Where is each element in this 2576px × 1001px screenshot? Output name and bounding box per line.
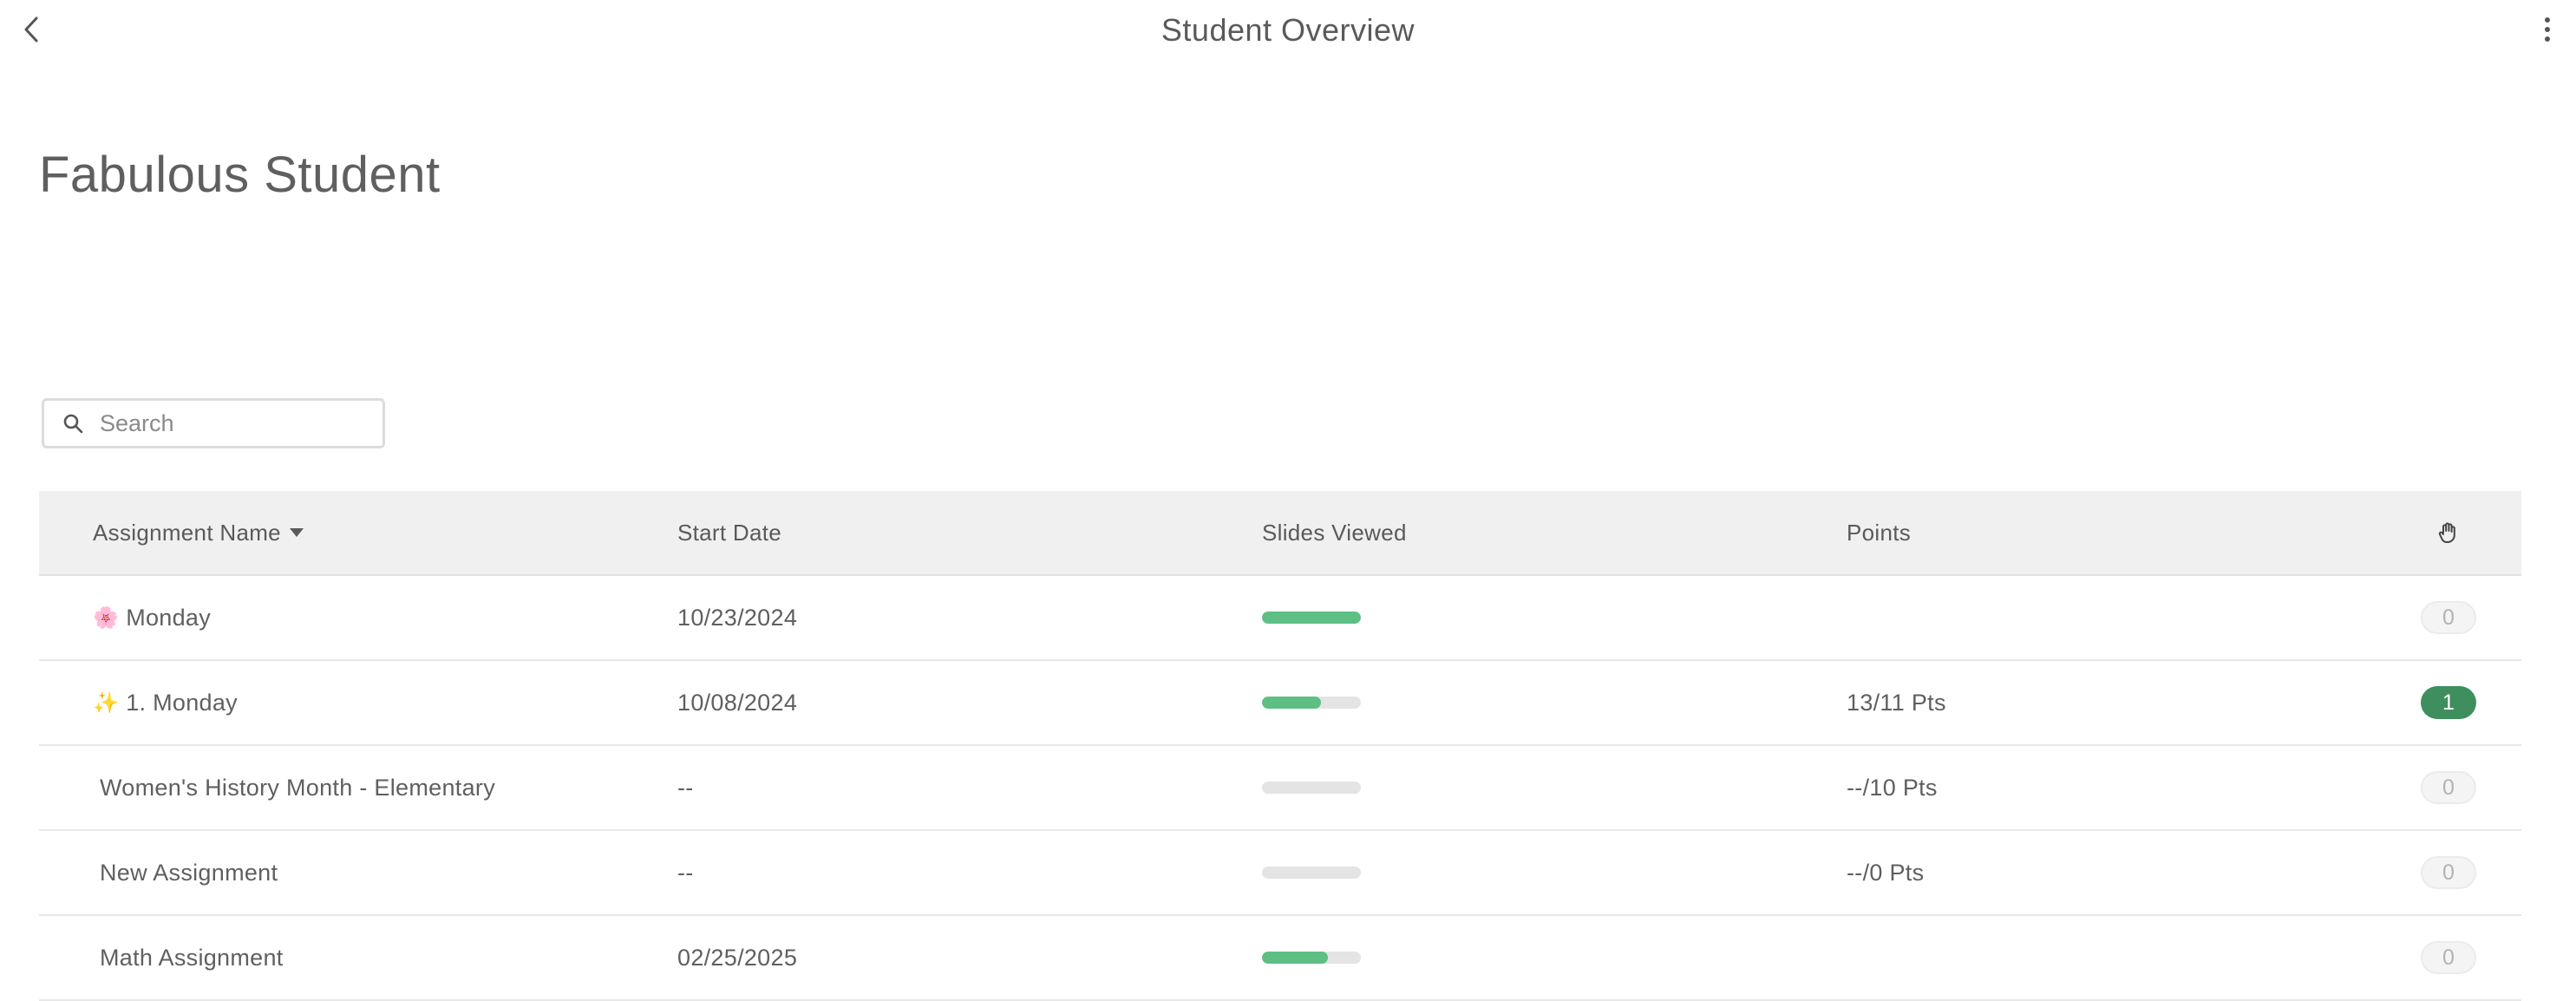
sort-caret-down-icon	[289, 528, 304, 537]
assignment-name-cell: Women's History Month - Elementary	[93, 746, 495, 829]
assignments-table: Assignment Name Start Date Slides Viewed…	[39, 491, 2521, 1001]
points: --/10 Pts	[1847, 774, 1938, 801]
page-title: Student Overview	[1161, 12, 1415, 48]
row-emoji: ✨	[93, 690, 120, 715]
slides-progress-bar	[1262, 782, 1361, 794]
assignment-name: 1. Monday	[126, 689, 238, 716]
raised-hand-count-badge: 0	[2421, 771, 2476, 804]
table-row[interactable]: Math Assignment 02/25/2025 0	[39, 916, 2521, 1001]
table-header: Assignment Name Start Date Slides Viewed…	[39, 491, 2521, 576]
search-icon	[62, 412, 84, 435]
column-header-label: Points	[1847, 519, 1912, 546]
raised-hand-count-badge: 0	[2421, 601, 2476, 634]
assignment-name-cell: 🌸 Monday	[93, 576, 211, 659]
column-header-start-date[interactable]: Start Date	[677, 491, 781, 574]
raised-hand-count-badge: 1	[2421, 686, 2476, 719]
assignment-name: Monday	[126, 604, 212, 631]
search-box[interactable]	[42, 398, 385, 448]
slides-viewed-cell	[1262, 916, 1361, 999]
slides-viewed-cell	[1262, 831, 1361, 914]
row-emoji: 🌸	[93, 605, 120, 630]
column-header-assignment-name[interactable]: Assignment Name	[93, 491, 304, 574]
top-bar: Student Overview	[0, 0, 2576, 61]
raised-hand-icon	[2438, 522, 2455, 543]
start-date: --	[677, 774, 694, 801]
slides-progress-fill	[1262, 952, 1329, 964]
points: --/0 Pts	[1847, 859, 1925, 886]
column-header-points[interactable]: Points	[1847, 491, 1911, 574]
slides-progress-bar	[1262, 952, 1361, 964]
student-name-heading: Fabulous Student	[39, 147, 441, 203]
table-row[interactable]: Women's History Month - Elementary -- --…	[39, 746, 2521, 831]
column-header-raised-hands[interactable]	[2431, 491, 2466, 574]
slides-progress-fill	[1262, 612, 1361, 624]
raised-hand-count-badge: 0	[2421, 856, 2476, 889]
assignment-name: Women's History Month - Elementary	[100, 774, 495, 801]
more-vertical-icon	[2545, 17, 2550, 42]
slides-viewed-cell	[1262, 576, 1361, 659]
table-row[interactable]: New Assignment -- --/0 Pts 0	[39, 831, 2521, 916]
search-input[interactable]	[98, 409, 362, 438]
column-header-label: Assignment Name	[93, 519, 281, 546]
slides-viewed-cell	[1262, 661, 1361, 744]
start-date: 02/25/2025	[677, 944, 798, 971]
column-header-slides-viewed[interactable]: Slides Viewed	[1262, 491, 1407, 574]
assignment-name-cell: New Assignment	[93, 831, 278, 914]
table-row[interactable]: ✨ 1. Monday 10/08/2024 13/11 Pts 1	[39, 661, 2521, 746]
table-row[interactable]: 🌸 Monday 10/23/2024 0	[39, 576, 2521, 661]
assignment-name-cell: ✨ 1. Monday	[93, 661, 238, 744]
assignment-name: Math Assignment	[100, 944, 284, 971]
assignment-name-cell: Math Assignment	[93, 916, 284, 999]
slides-viewed-cell	[1262, 746, 1361, 829]
assignment-name: New Assignment	[100, 859, 278, 886]
start-date: 10/23/2024	[677, 604, 798, 631]
start-date: 10/08/2024	[677, 689, 798, 716]
points: 13/11 Pts	[1847, 689, 1946, 716]
slides-progress-bar	[1262, 867, 1361, 879]
slides-progress-fill	[1262, 697, 1322, 709]
slides-progress-bar	[1262, 697, 1361, 709]
column-header-label: Start Date	[677, 519, 782, 546]
slides-progress-bar	[1262, 612, 1361, 624]
start-date: --	[677, 859, 694, 886]
column-header-label: Slides Viewed	[1262, 519, 1407, 546]
raised-hand-count-badge: 0	[2421, 941, 2476, 974]
more-options-button[interactable]	[2534, 12, 2560, 47]
